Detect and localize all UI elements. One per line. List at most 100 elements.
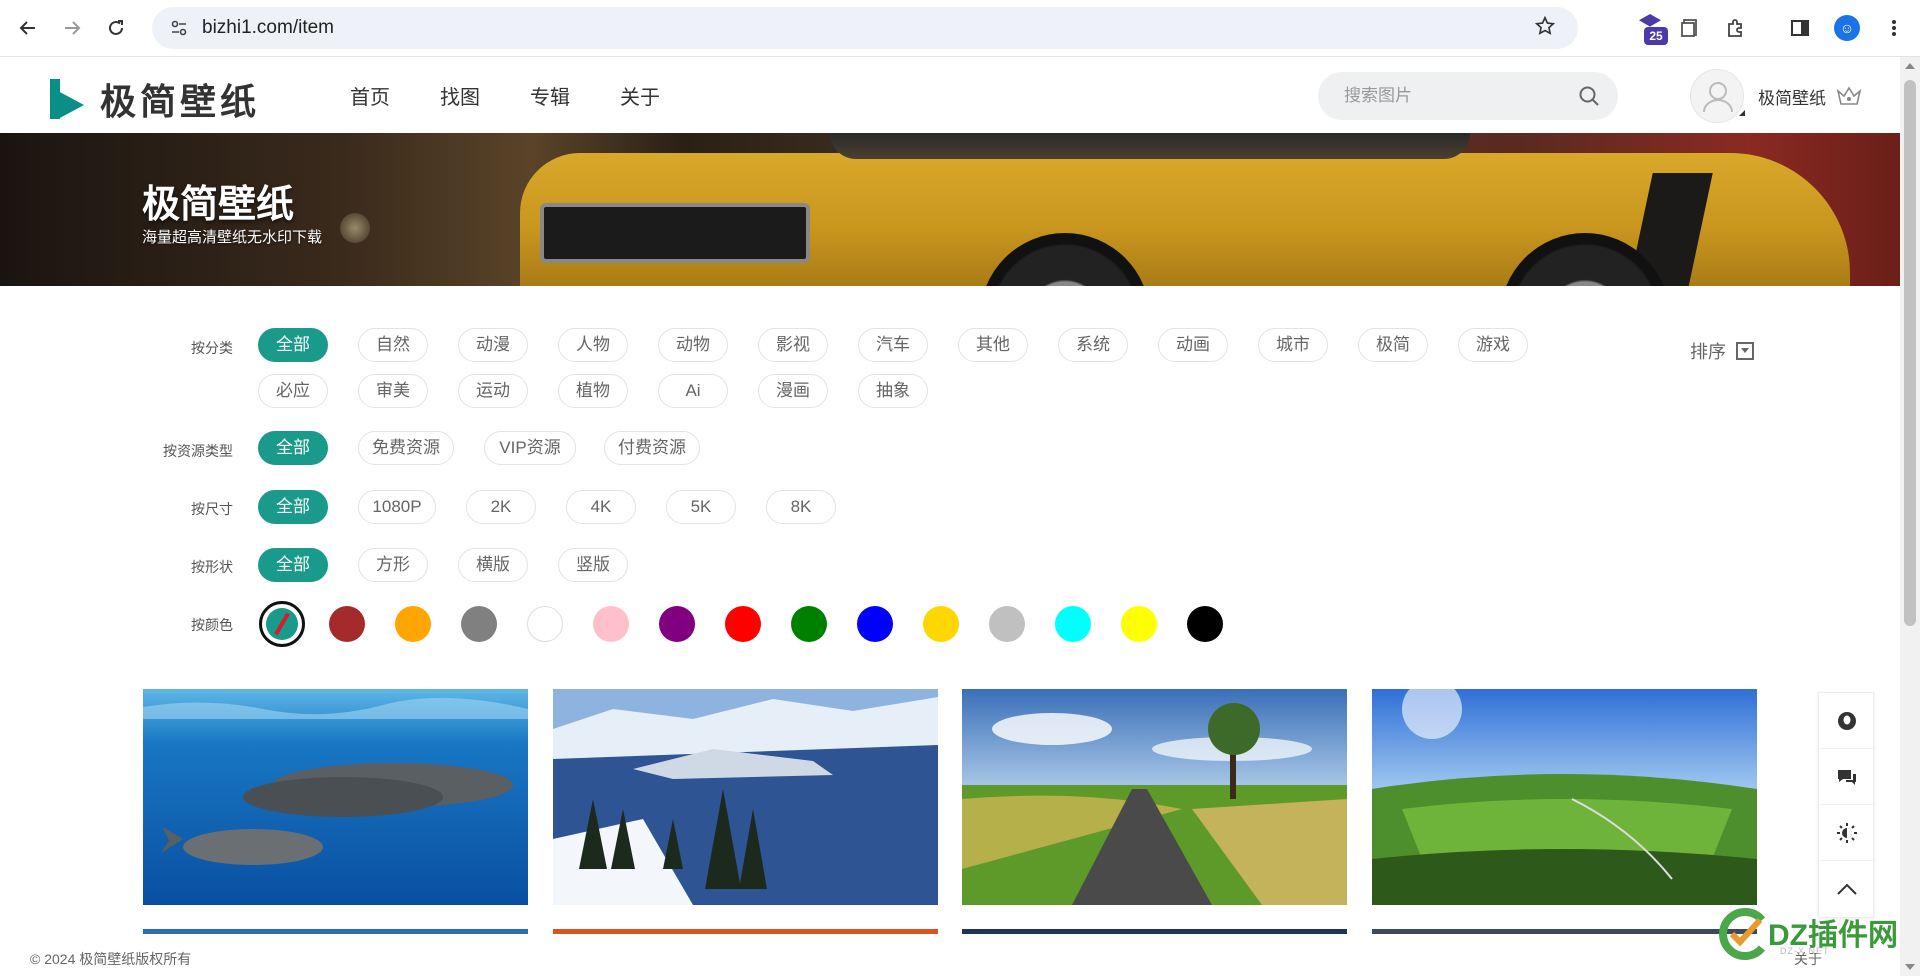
- category-chip[interactable]: 极简: [1358, 328, 1428, 362]
- category-chip[interactable]: 植物: [558, 374, 628, 408]
- color-swatch[interactable]: [593, 606, 629, 642]
- category-chip[interactable]: 全部: [258, 328, 328, 362]
- chat-icon[interactable]: [1819, 749, 1875, 805]
- user-menu[interactable]: 极简壁纸: [1690, 69, 1862, 123]
- category-chip[interactable]: 其他: [958, 328, 1028, 362]
- category-chip[interactable]: 动物: [658, 328, 728, 362]
- wallpaper-thumbnail-valley[interactable]: [1372, 689, 1757, 905]
- color-swatch[interactable]: [989, 606, 1025, 642]
- sort-label: 排序: [1690, 342, 1726, 362]
- profile-avatar-icon[interactable]: ☺: [1834, 15, 1860, 41]
- wallpaper-thumbnail[interactable]: [1372, 929, 1757, 934]
- qq-icon[interactable]: [1819, 693, 1875, 749]
- category-chip[interactable]: 系统: [1058, 328, 1128, 362]
- resource-chip[interactable]: 免费资源: [358, 431, 454, 465]
- scroll-down-arrow-icon[interactable]: [1905, 964, 1915, 970]
- back-icon[interactable]: [14, 14, 42, 42]
- size-chip[interactable]: 4K: [566, 490, 636, 524]
- wallpaper-thumbnail[interactable]: [962, 929, 1347, 934]
- category-chip[interactable]: 游戏: [1458, 328, 1528, 362]
- size-chip[interactable]: 1080P: [358, 490, 436, 524]
- color-swatch[interactable]: [791, 606, 827, 642]
- category-chip[interactable]: 漫画: [758, 374, 828, 408]
- shape-chip[interactable]: 方形: [358, 548, 428, 582]
- scroll-up-arrow-icon[interactable]: [1905, 63, 1915, 69]
- color-swatch[interactable]: [395, 606, 431, 642]
- color-swatch[interactable]: [1055, 606, 1091, 642]
- category-chip[interactable]: 必应: [258, 374, 328, 408]
- nav-find[interactable]: 找图: [440, 81, 530, 110]
- hero-subtitle: 海量超高清壁纸无水印下载: [142, 229, 323, 246]
- site-settings-icon[interactable]: [168, 17, 190, 39]
- category-chip[interactable]: 人物: [558, 328, 628, 362]
- category-chip[interactable]: 审美: [358, 374, 428, 408]
- category-chip[interactable]: 影视: [758, 328, 828, 362]
- tab-search-icon[interactable]: [1676, 14, 1704, 42]
- site-logo[interactable]: 极简壁纸: [48, 73, 260, 125]
- resource-filter-label: 按资源类型: [163, 443, 233, 459]
- category-filter-label: 按分类: [191, 340, 233, 356]
- shape-filter-label: 按形状: [191, 559, 233, 575]
- color-swatch[interactable]: [461, 606, 497, 642]
- wallpaper-thumbnail-whales[interactable]: [143, 689, 528, 905]
- search-icon[interactable]: [1578, 85, 1600, 107]
- category-chip[interactable]: 抽象: [858, 374, 928, 408]
- extensions-puzzle-icon[interactable]: [1722, 14, 1750, 42]
- forward-icon[interactable]: [58, 14, 86, 42]
- sort-button[interactable]: 排序: [1690, 338, 1754, 364]
- nav-about[interactable]: 关于: [620, 81, 710, 110]
- username[interactable]: 极简壁纸: [1758, 84, 1826, 109]
- category-chip[interactable]: 动漫: [458, 328, 528, 362]
- color-swatch[interactable]: [329, 606, 365, 642]
- resource-chip[interactable]: 付费资源: [604, 431, 700, 465]
- color-swatch[interactable]: [659, 606, 695, 642]
- color-swatch[interactable]: [923, 606, 959, 642]
- color-swatch[interactable]: [527, 606, 563, 642]
- category-chip[interactable]: 汽车: [858, 328, 928, 362]
- side-toolbar: [1818, 692, 1875, 918]
- wallpaper-thumbnail-road[interactable]: [962, 689, 1347, 905]
- size-chip[interactable]: 8K: [766, 490, 836, 524]
- search-box: [1318, 72, 1618, 120]
- color-swatch[interactable]: [725, 606, 761, 642]
- shape-chip[interactable]: 全部: [258, 548, 328, 582]
- nav-home[interactable]: 首页: [350, 81, 440, 110]
- category-chip[interactable]: 动画: [1158, 328, 1228, 362]
- address-bar[interactable]: bizhi1.com/item: [152, 7, 1578, 49]
- size-chip[interactable]: 2K: [466, 490, 536, 524]
- search-input[interactable]: [1344, 86, 1564, 106]
- size-chip[interactable]: 5K: [666, 490, 736, 524]
- shape-chip[interactable]: 横版: [458, 548, 528, 582]
- wallpaper-thumbnail-lake[interactable]: [553, 689, 938, 905]
- resource-chip[interactable]: 全部: [258, 431, 328, 465]
- wallpaper-thumbnail[interactable]: [143, 929, 528, 934]
- resource-chip[interactable]: VIP资源: [484, 431, 576, 465]
- browser-toolbar: bizhi1.com/item 25 ☺: [0, 0, 1920, 57]
- hero-title: 极简壁纸: [142, 184, 295, 226]
- hero-banner: 极简壁纸 海量超高清壁纸无水印下载: [0, 133, 1900, 286]
- wallpaper-thumbnail[interactable]: [553, 929, 938, 934]
- category-chip[interactable]: 运动: [458, 374, 528, 408]
- color-swatch-all[interactable]: [259, 601, 305, 647]
- color-swatch[interactable]: [857, 606, 893, 642]
- scrollbar-thumb[interactable]: [1904, 80, 1916, 626]
- theme-toggle-icon[interactable]: [1819, 805, 1875, 861]
- category-chip[interactable]: 自然: [358, 328, 428, 362]
- banner-lamp: [340, 213, 370, 243]
- extension-badge-icon[interactable]: 25: [1636, 12, 1668, 46]
- shape-chip[interactable]: 竖版: [558, 548, 628, 582]
- vip-crown-icon: [1836, 85, 1862, 107]
- nav-albums[interactable]: 专辑: [530, 81, 620, 110]
- reload-icon[interactable]: [102, 14, 130, 42]
- size-chip[interactable]: 全部: [258, 490, 328, 524]
- copyright-text: © 2024 极简壁纸版权所有: [30, 951, 192, 967]
- avatar[interactable]: [1690, 69, 1745, 123]
- color-swatch[interactable]: [1121, 606, 1157, 642]
- vertical-scrollbar[interactable]: [1900, 57, 1920, 976]
- bookmark-star-icon[interactable]: [1534, 15, 1556, 43]
- category-chip[interactable]: 城市: [1258, 328, 1328, 362]
- side-panel-icon[interactable]: [1786, 14, 1814, 42]
- color-swatch[interactable]: [1187, 606, 1223, 642]
- more-menu-icon[interactable]: [1880, 14, 1908, 42]
- category-chip[interactable]: Ai: [658, 374, 728, 408]
